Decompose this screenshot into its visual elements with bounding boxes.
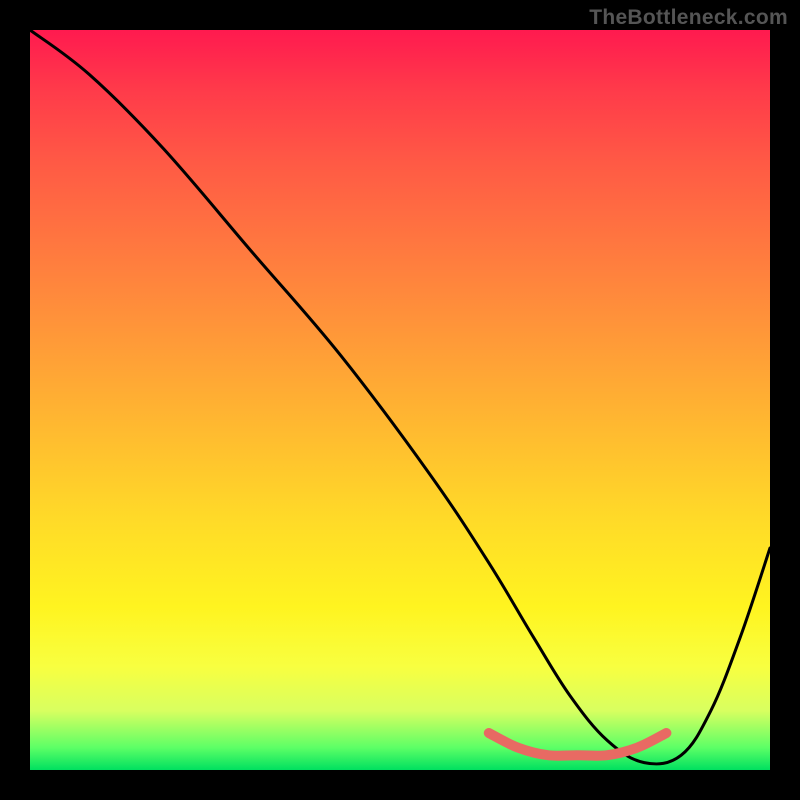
plot-area	[30, 30, 770, 770]
curve-layer	[30, 30, 770, 770]
watermark-text: TheBottleneck.com	[589, 6, 788, 30]
chart-stage: TheBottleneck.com	[0, 0, 800, 800]
main-curve	[30, 30, 770, 764]
highlight-band	[489, 733, 667, 756]
